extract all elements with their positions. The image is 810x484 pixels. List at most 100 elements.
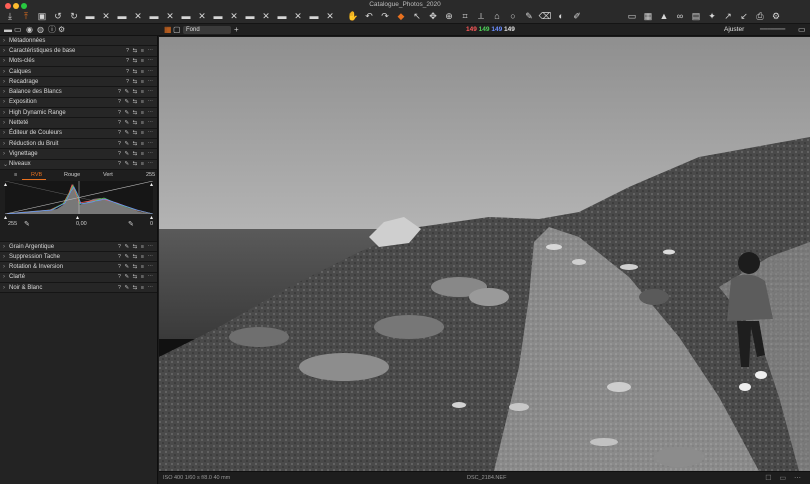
tool-actions[interactable]: ? ✎ ⇆ ≡ ⋯: [118, 120, 157, 126]
export-icon[interactable]: ⤒: [18, 10, 34, 22]
tool-row[interactable]: › Rotation & Inversion? ✎ ⇆ ≡ ⋯: [0, 262, 157, 273]
redo-icon[interactable]: ↷: [377, 10, 393, 22]
tool-row[interactable]: › Grain Argentique? ✎ ⇆ ≡ ⋯: [0, 241, 157, 253]
tool-actions[interactable]: ? ✎ ⇆ ≡ ⋯: [118, 274, 157, 280]
color-icon[interactable]: ◍: [37, 25, 44, 35]
tool-actions[interactable]: ? ✎ ⇆ ≡ ⋯: [118, 161, 157, 167]
cursor-icon[interactable]: ↖: [409, 10, 425, 22]
viewer-icon[interactable]: ▭: [624, 10, 640, 22]
levels-tab-menu[interactable]: ≡: [14, 172, 17, 178]
grid-view-icon[interactable]: ▦: [164, 25, 172, 35]
tool-row[interactable]: › Vignettage? ✎ ⇆ ≡ ⋯: [0, 149, 157, 160]
tool-row[interactable]: › Suppression Tache? ✎ ⇆ ≡ ⋯: [0, 252, 157, 263]
tool-row[interactable]: › High Dynamic Range? ✎ ⇆ ≡ ⋯: [0, 108, 157, 119]
apply-icon[interactable]: ↙: [736, 10, 752, 22]
crop-icon[interactable]: ⌗: [457, 10, 473, 22]
brush-icon[interactable]: ✎: [521, 10, 537, 22]
close-icon[interactable]: ✕: [258, 10, 274, 22]
folder-icon[interactable]: ▬: [146, 10, 162, 22]
close-icon[interactable]: ✕: [322, 10, 338, 22]
rotate-right-icon[interactable]: ↻: [66, 10, 82, 22]
keystone-icon[interactable]: ⌂: [489, 10, 505, 22]
tool-row[interactable]: › Exposition? ✎ ⇆ ≡ ⋯: [0, 97, 157, 109]
levels-tab-red[interactable]: Rouge: [64, 172, 80, 178]
tool-actions[interactable]: ? ✎ ⇆ ≡ ⋯: [118, 264, 157, 270]
eyedropper-white-icon[interactable]: ✎: [128, 220, 134, 228]
tool-row[interactable]: › Calques? ⇆ ≡ ⋯: [0, 66, 157, 78]
wand-icon[interactable]: ✦: [704, 10, 720, 22]
print-icon[interactable]: ⎙: [752, 10, 768, 22]
library-icon[interactable]: ▭: [14, 25, 22, 35]
single-view-icon[interactable]: ▢: [173, 25, 181, 35]
folder-icon[interactable]: ▬: [274, 10, 290, 22]
folder-icon[interactable]: ▬: [306, 10, 322, 22]
circle-mask-icon[interactable]: ○: [505, 10, 521, 22]
tool-actions[interactable]: ? ✎ ⇆ ≡ ⋯: [118, 99, 157, 105]
tool-actions[interactable]: ? ✎ ⇆ ≡ ⋯: [118, 89, 157, 95]
tool-actions[interactable]: ? ⇆ ≡ ⋯: [126, 79, 157, 85]
image-viewer[interactable]: [159, 37, 810, 471]
add-layer-icon[interactable]: +: [234, 25, 239, 35]
tool-actions[interactable]: ? ⇆ ≡ ⋯: [126, 48, 157, 54]
annotation-icon[interactable]: ✐: [569, 10, 585, 22]
undo-icon[interactable]: ↶: [361, 10, 377, 22]
settings-icon[interactable]: ⚙: [768, 10, 784, 22]
tool-actions[interactable]: ? ✎ ⇆ ≡ ⋯: [118, 254, 157, 260]
tool-row[interactable]: › Netteté? ✎ ⇆ ≡ ⋯: [0, 118, 157, 129]
levels-tab-rgb[interactable]: RVB: [31, 172, 42, 178]
import-icon[interactable]: ⤓: [2, 10, 18, 22]
tool-row[interactable]: › Noir & Blanc? ✎ ⇆ ≡ ⋯: [0, 283, 157, 294]
status-icons[interactable]: ☐ ▭ ⋯: [765, 474, 804, 482]
browser-icon[interactable]: ▤: [688, 10, 704, 22]
layer-select[interactable]: Fond: [183, 26, 231, 34]
grid-icon[interactable]: ▦: [640, 10, 656, 22]
levels-black-handle[interactable]: ▴: [150, 181, 153, 188]
capture-icon[interactable]: ◉: [26, 25, 33, 35]
zoom-slider[interactable]: ━━━━━━━: [760, 25, 785, 35]
glasses-icon[interactable]: ∞: [672, 10, 688, 22]
hand-icon[interactable]: ✋: [345, 10, 361, 22]
close-icon[interactable]: ✕: [162, 10, 178, 22]
folder-icon[interactable]: ▬: [178, 10, 194, 22]
tool-row[interactable]: › Clarté? ✎ ⇆ ≡ ⋯: [0, 272, 157, 284]
tool-row[interactable]: › Éditeur de Couleurs? ✎ ⇆ ≡ ⋯: [0, 128, 157, 139]
rotate-left-icon[interactable]: ↺: [50, 10, 66, 22]
straighten-icon[interactable]: ⟂: [473, 10, 489, 22]
reset-icon[interactable]: ◆: [393, 10, 409, 22]
levels-tab-green[interactable]: Vert: [103, 172, 113, 178]
tool-actions[interactable]: ? ✎ ⇆ ≡ ⋯: [118, 285, 157, 291]
tool-row[interactable]: › Mots-clés? ⇆ ≡ ⋯: [0, 56, 157, 67]
close-icon[interactable]: ✕: [290, 10, 306, 22]
folder-icon[interactable]: ▬: [210, 10, 226, 22]
levels-mid-handle[interactable]: ▴: [76, 214, 79, 221]
levels-output-high-handle[interactable]: ▴: [150, 214, 153, 221]
tool-actions[interactable]: ? ⇆ ≡ ⋯: [126, 69, 157, 75]
tool-actions[interactable]: ? ⇆ ≡ ⋯: [126, 58, 157, 64]
fit-zoom-select[interactable]: Ajuster: [724, 26, 744, 34]
info-icon[interactable]: ⓘ: [48, 25, 56, 35]
tool-actions[interactable]: ? ✎ ⇆ ≡ ⋯: [118, 151, 157, 157]
gradient-icon[interactable]: ◐: [553, 10, 569, 22]
pan-icon[interactable]: ✥: [425, 10, 441, 22]
tool-actions[interactable]: ? ✎ ⇆ ≡ ⋯: [118, 244, 157, 250]
tool-row[interactable]: › Réduction du Bruit? ✎ ⇆ ≡ ⋯: [0, 138, 157, 150]
camera-icon[interactable]: ▣: [34, 10, 50, 22]
tool-row[interactable]: ⌄ Niveaux? ✎ ⇆ ≡ ⋯: [0, 159, 157, 170]
eyedropper-black-icon[interactable]: ✎: [24, 220, 30, 228]
folder-icon[interactable]: ▬: [114, 10, 130, 22]
close-icon[interactable]: ✕: [194, 10, 210, 22]
eraser-icon[interactable]: ⌫: [537, 10, 553, 22]
copy-adjust-icon[interactable]: ↗: [720, 10, 736, 22]
levels-output-low-handle[interactable]: ▴: [4, 214, 7, 221]
settings-icon[interactable]: ⚙: [58, 25, 65, 35]
tool-actions[interactable]: ? ✎ ⇆ ≡ ⋯: [118, 141, 157, 147]
tool-row[interactable]: › Caractéristiques de base? ⇆ ≡ ⋯: [0, 46, 157, 57]
folder-icon[interactable]: ▬: [242, 10, 258, 22]
close-icon[interactable]: ✕: [130, 10, 146, 22]
folder-icon[interactable]: ▬: [4, 25, 12, 35]
tool-actions[interactable]: ? ✎ ⇆ ≡ ⋯: [118, 110, 157, 116]
warning-icon[interactable]: ▲: [656, 10, 672, 22]
close-icon[interactable]: ✕: [226, 10, 242, 22]
tool-row[interactable]: › Balance des Blancs? ✎ ⇆ ≡ ⋯: [0, 87, 157, 98]
levels-white-handle[interactable]: ▴: [4, 181, 7, 188]
